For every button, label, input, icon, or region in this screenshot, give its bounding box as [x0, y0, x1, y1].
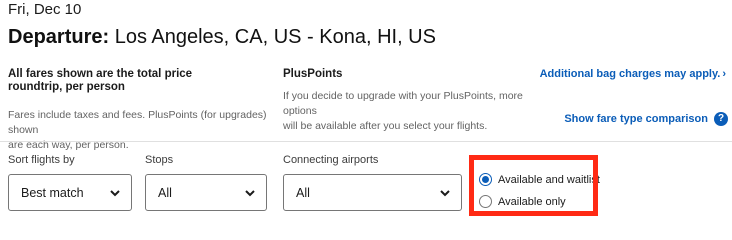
page-title: Departure: Los Angeles, CA, US - Kona, H…	[8, 26, 436, 49]
route-text: Los Angeles, CA, US - Kona, HI, US	[114, 26, 436, 48]
sort-label: Sort flights by	[8, 154, 75, 166]
chevron-down-icon	[245, 189, 255, 196]
fare-comparison-label: Show fare type comparison	[564, 113, 708, 125]
fares-text: Fares include taxes and fees. PlusPoints…	[8, 108, 278, 153]
pluspoints-text-line-1: If you decide to upgrade with your PlusP…	[283, 90, 523, 117]
fares-text-line-1: Fares include taxes and fees. PlusPoints…	[8, 109, 267, 136]
flight-date: Fri, Dec 10	[8, 1, 82, 18]
connecting-select-value: All	[296, 185, 310, 200]
fare-comparison-link[interactable]: Show fare type comparison ?	[564, 112, 728, 126]
stops-select-value: All	[158, 185, 172, 200]
chevron-down-icon	[110, 189, 120, 196]
pluspoints-info: PlusPoints If you decide to upgrade with…	[283, 68, 543, 134]
help-icon[interactable]: ?	[714, 112, 728, 126]
sort-select-value: Best match	[21, 185, 84, 200]
pluspoints-heading: PlusPoints	[283, 68, 343, 80]
fares-heading-line-1: All fares shown are the total price	[8, 68, 193, 80]
connecting-select[interactable]: All	[283, 174, 462, 211]
departure-label: Departure:	[8, 26, 110, 48]
bag-charges-link-label: Additional bag charges may apply.	[539, 68, 721, 80]
chevron-right-icon: ›	[722, 68, 726, 80]
sort-select[interactable]: Best match	[8, 174, 132, 211]
pluspoints-text-line-2: will be available after you select your …	[283, 120, 488, 132]
stops-select[interactable]: All	[145, 174, 267, 211]
fares-heading: All fares shown are the total price roun…	[8, 68, 278, 94]
highlight-box	[469, 155, 598, 216]
pluspoints-text: If you decide to upgrade with your PlusP…	[283, 89, 543, 134]
bag-charges-link[interactable]: Additional bag charges may apply. ›	[540, 68, 726, 80]
stops-label: Stops	[145, 154, 174, 166]
connecting-label: Connecting airports	[283, 154, 379, 166]
fares-heading-line-2: roundtrip, per person	[8, 81, 125, 93]
section-divider	[0, 141, 732, 142]
chevron-down-icon	[440, 189, 450, 196]
